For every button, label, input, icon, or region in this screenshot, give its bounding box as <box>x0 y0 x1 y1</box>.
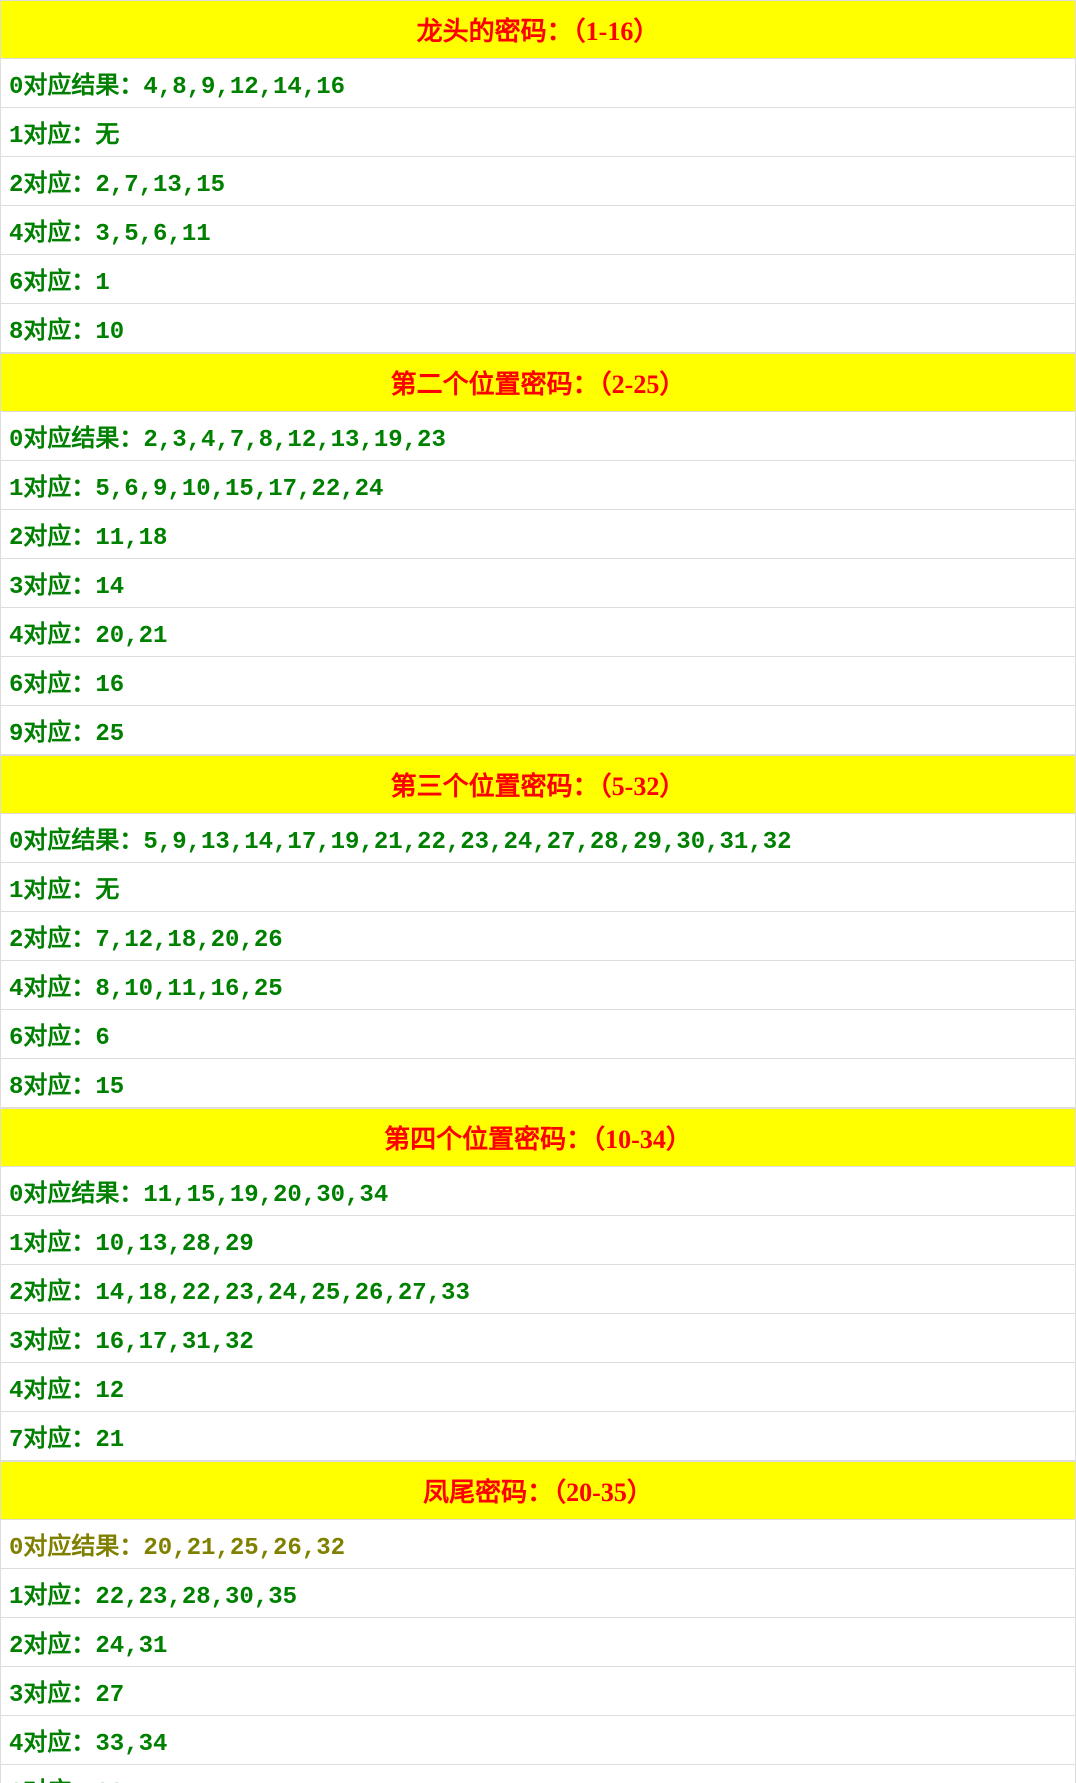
data-row: 6对应：16 <box>0 657 1076 706</box>
data-row: 0对应结果：2,3,4,7,8,12,13,19,23 <box>0 412 1076 461</box>
data-row: 0对应结果：5,9,13,14,17,19,21,22,23,24,27,28,… <box>0 814 1076 863</box>
data-row: 1对应：10,13,28,29 <box>0 1216 1076 1265</box>
data-row: 7对应：21 <box>0 1412 1076 1461</box>
data-row: 3对应：27 <box>0 1667 1076 1716</box>
data-row: 4对应：3,5,6,11 <box>0 206 1076 255</box>
data-row: 1对应：5,6,9,10,15,17,22,24 <box>0 461 1076 510</box>
data-row: 9对应：25 <box>0 706 1076 755</box>
data-row: 4对应：33,34 <box>0 1716 1076 1765</box>
data-row: 6对应：6 <box>0 1010 1076 1059</box>
data-row: 2对应：2,7,13,15 <box>0 157 1076 206</box>
section-header: 龙头的密码：（1-16） <box>0 0 1076 59</box>
data-row: 4对应：12 <box>0 1363 1076 1412</box>
data-row: 2对应：11,18 <box>0 510 1076 559</box>
data-row: 1对应：22,23,28,30,35 <box>0 1569 1076 1618</box>
data-row: 0对应结果：4,8,9,12,14,16 <box>0 59 1076 108</box>
data-row: 2对应：24,31 <box>0 1618 1076 1667</box>
data-row: 8对应：15 <box>0 1059 1076 1108</box>
section-header: 第二个位置密码：（2-25） <box>0 353 1076 412</box>
data-row: 0对应结果：11,15,19,20,30,34 <box>0 1167 1076 1216</box>
data-row: 2对应：7,12,18,20,26 <box>0 912 1076 961</box>
section-header: 凤尾密码：（20-35） <box>0 1461 1076 1520</box>
data-row: 0对应结果：20,21,25,26,32 <box>0 1520 1076 1569</box>
data-row: 8对应：10 <box>0 304 1076 353</box>
data-row: 1对应：无 <box>0 108 1076 157</box>
data-row: 4对应：20,21 <box>0 608 1076 657</box>
code-table-container: 龙头的密码：（1-16）0对应结果：4,8,9,12,14,161对应：无2对应… <box>0 0 1076 1783</box>
data-row: 1对应：无 <box>0 863 1076 912</box>
data-row: 6对应：1 <box>0 255 1076 304</box>
data-row: 3对应：16,17,31,32 <box>0 1314 1076 1363</box>
data-row: 6对应：29 <box>0 1765 1076 1783</box>
data-row: 3对应：14 <box>0 559 1076 608</box>
data-row: 4对应：8,10,11,16,25 <box>0 961 1076 1010</box>
data-row: 2对应：14,18,22,23,24,25,26,27,33 <box>0 1265 1076 1314</box>
section-header: 第四个位置密码：（10-34） <box>0 1108 1076 1167</box>
section-header: 第三个位置密码：（5-32） <box>0 755 1076 814</box>
